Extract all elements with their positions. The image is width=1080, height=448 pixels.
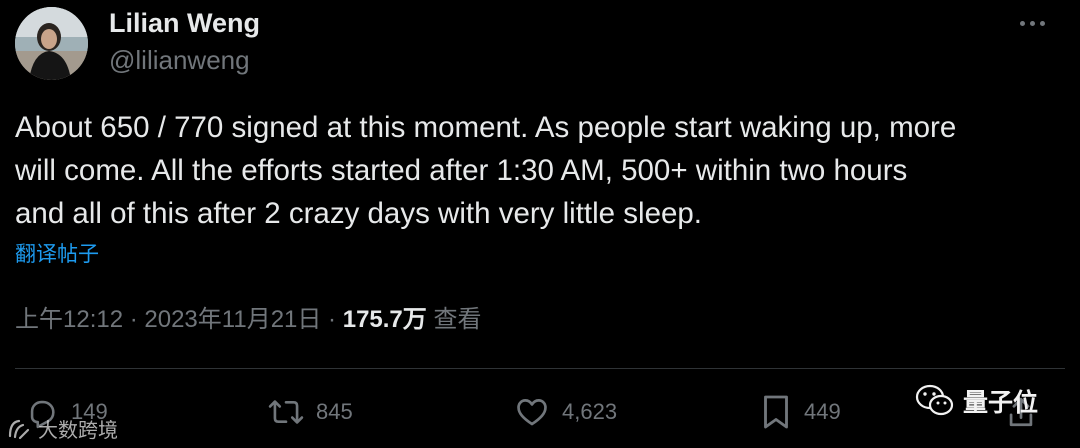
more-options-icon[interactable] (1014, 10, 1050, 36)
bookmark-count: 449 (804, 399, 841, 424)
tweet-meta: 上午12:12 · 2023年11月21日 · 175.7万 查看 (15, 304, 481, 336)
bookmark-icon (764, 395, 788, 429)
retweet-count: 845 (316, 399, 353, 424)
author-name[interactable]: Lilian Weng (109, 7, 260, 39)
bookmark-button[interactable]: 449 (760, 390, 841, 434)
author-handle[interactable]: @lilianweng (109, 44, 250, 76)
watermark-right: 量子位 (915, 383, 1038, 419)
retweet-button[interactable]: 845 (268, 390, 353, 434)
translate-post-link[interactable]: 翻译帖子 (15, 240, 99, 270)
views-label: 查看 (426, 306, 482, 333)
timestamp[interactable]: 上午12:12 · 2023年11月21日 · (15, 306, 343, 333)
retweet-icon (268, 400, 304, 424)
watermark-logo-icon (8, 419, 30, 439)
watermark-left-text: 大数跨境 (38, 420, 118, 442)
tweet-text: About 650 / 770 signed at this moment. A… (15, 111, 957, 230)
like-count: 4,623 (562, 399, 618, 424)
like-button[interactable]: 4,623 (514, 390, 617, 434)
avatar[interactable] (15, 7, 88, 80)
tweet: Lilian Weng @lilianweng About 650 / 770 … (0, 0, 1080, 448)
views-count: 175.7万 (342, 306, 427, 333)
watermark-right-text: 量子位 (963, 389, 1039, 417)
watermark-left: 大数跨境 (6, 414, 118, 443)
heart-icon (517, 399, 547, 426)
avatar-photo (15, 7, 88, 80)
wechat-icon (915, 384, 954, 416)
divider (15, 368, 1065, 369)
